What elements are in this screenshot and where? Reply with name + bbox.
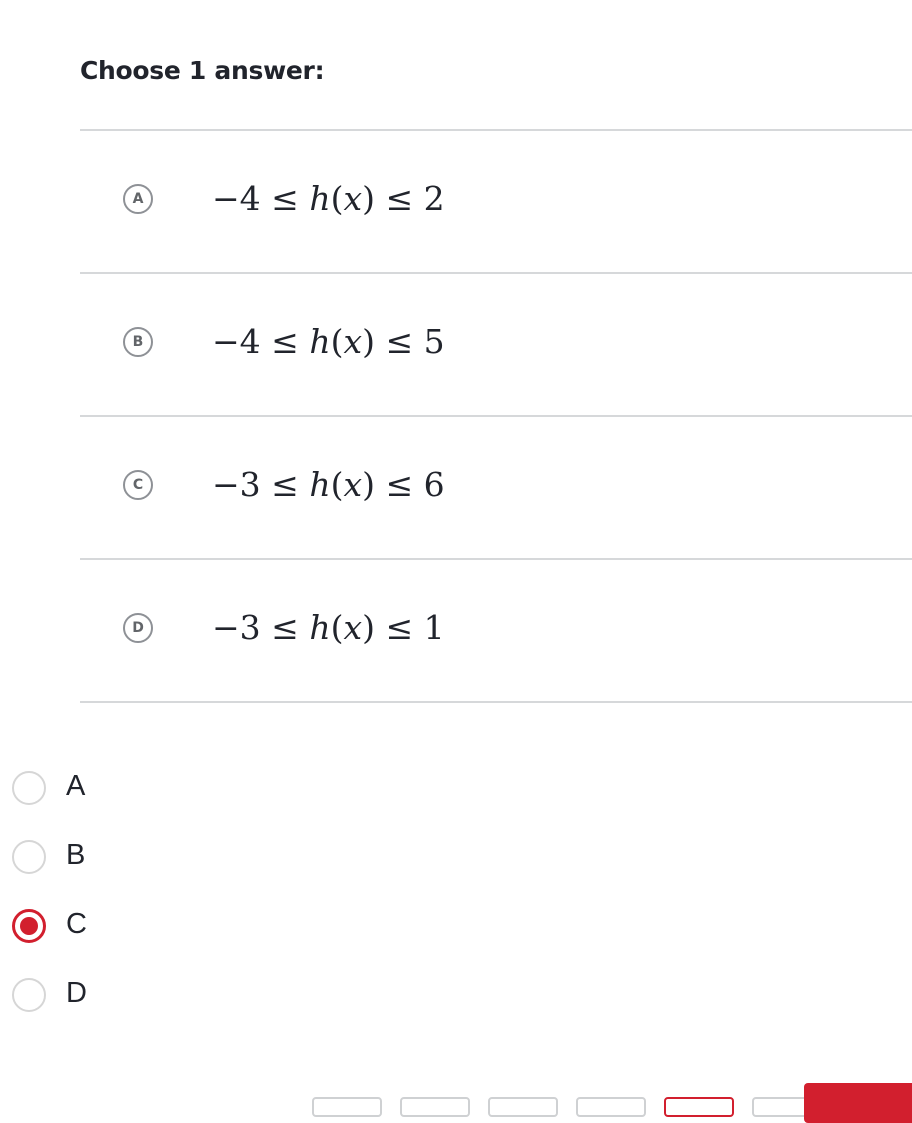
answer-choice-list: A −4 ≤ h(x) ≤ 2 B −4 ≤ h(x) ≤ 5 C −3 ≤ h… [80, 129, 912, 703]
choice-letter-badge: C [123, 470, 153, 500]
choice-expression: −4 ≤ h(x) ≤ 2 [212, 179, 445, 218]
answer-choice-b[interactable]: B −4 ≤ h(x) ≤ 5 [80, 272, 912, 415]
choice-expression: −3 ≤ h(x) ≤ 1 [212, 608, 445, 647]
page-button[interactable] [312, 1097, 382, 1117]
radio-option-c[interactable]: C [12, 906, 212, 975]
radio-option-b[interactable]: B [12, 837, 212, 906]
radio-option-a[interactable]: A [12, 768, 212, 837]
page-button-current[interactable] [664, 1097, 734, 1117]
choice-letter-badge: B [123, 327, 153, 357]
answer-choice-d[interactable]: D −3 ≤ h(x) ≤ 1 [80, 558, 912, 703]
radio-label: C [66, 908, 87, 940]
choice-expression: −4 ≤ h(x) ≤ 5 [212, 322, 445, 361]
page-button[interactable] [576, 1097, 646, 1117]
radio-button[interactable] [12, 978, 46, 1012]
radio-button[interactable] [12, 840, 46, 874]
radio-option-d[interactable]: D [12, 975, 212, 1044]
radio-button[interactable] [12, 771, 46, 805]
page-button[interactable] [488, 1097, 558, 1117]
answer-radio-group: A B C D [12, 768, 212, 1044]
choice-letter-badge: A [123, 184, 153, 214]
radio-button[interactable] [12, 909, 46, 943]
answer-choice-c[interactable]: C −3 ≤ h(x) ≤ 6 [80, 415, 912, 558]
submit-button[interactable] [804, 1083, 912, 1123]
choice-expression: −3 ≤ h(x) ≤ 6 [212, 465, 445, 504]
question-prompt: Choose 1 answer: [80, 56, 325, 85]
radio-label: D [66, 977, 87, 1009]
radio-label: B [66, 839, 86, 871]
radio-label: A [66, 770, 86, 802]
answer-choice-a[interactable]: A −4 ≤ h(x) ≤ 2 [80, 129, 912, 272]
page-button[interactable] [400, 1097, 470, 1117]
choice-letter-badge: D [123, 613, 153, 643]
